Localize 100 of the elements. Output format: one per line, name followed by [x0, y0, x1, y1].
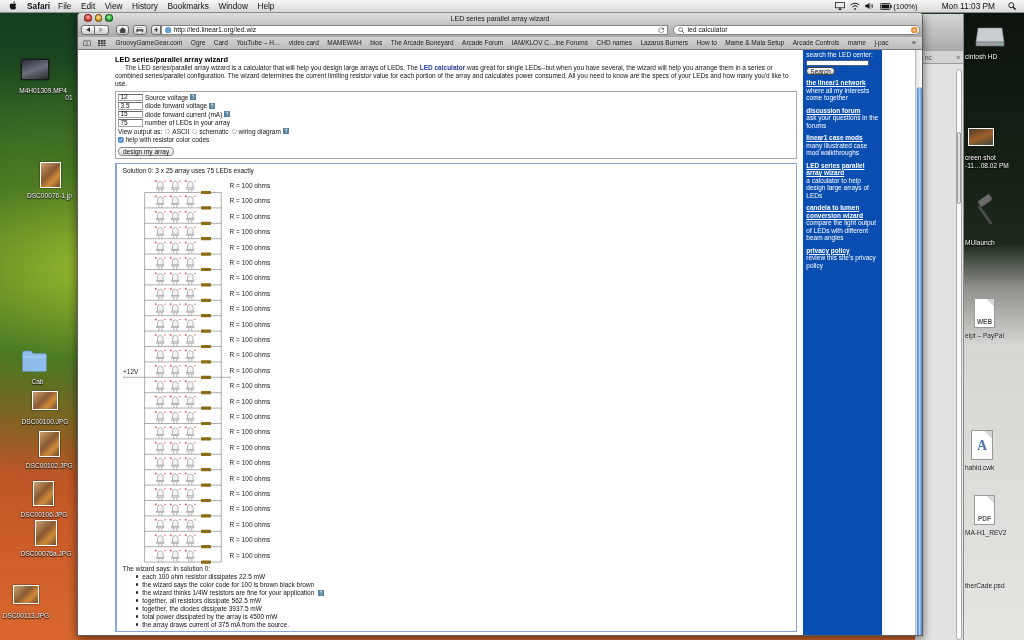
- led-icon: [184, 240, 196, 254]
- radio-button[interactable]: [165, 128, 171, 134]
- scrollbar-thumb[interactable]: [916, 87, 922, 635]
- resistor-icon: [200, 282, 211, 286]
- print-button[interactable]: [133, 25, 147, 35]
- led-icon: [154, 240, 166, 254]
- led-icon: [184, 425, 196, 439]
- led-icon: [184, 333, 196, 347]
- led-icon: [154, 225, 166, 239]
- add-bookmark-button[interactable]: [151, 25, 161, 35]
- zoom-button[interactable]: [105, 14, 113, 22]
- photo-thumbnail[interactable]: [13, 585, 39, 604]
- resistor-icon: [200, 298, 211, 302]
- led-icon: [154, 286, 166, 301]
- resistor-icon: [200, 390, 211, 394]
- help-icon[interactable]: [224, 111, 231, 118]
- led-icon: [169, 487, 181, 501]
- led-icon: [154, 379, 166, 393]
- back-button[interactable]: [81, 25, 95, 35]
- photo-thumbnail[interactable]: [33, 481, 54, 506]
- led-icon: [184, 440, 196, 455]
- help-icon[interactable]: [318, 589, 325, 596]
- led-icon: [184, 209, 196, 224]
- resistor-icon: [200, 436, 211, 440]
- grid-icon[interactable]: [98, 39, 106, 47]
- bullet-icon: [135, 591, 139, 594]
- screenshot-thumbnail[interactable]: [968, 128, 994, 146]
- led-icon: [169, 240, 181, 254]
- led-icon: [169, 271, 181, 285]
- bullet-icon: [135, 575, 139, 578]
- led-icon: [184, 548, 196, 562]
- forward-arrow-icon: [99, 27, 104, 33]
- volume-icon[interactable]: [865, 2, 875, 10]
- led-icon: [169, 502, 181, 516]
- menu-item[interactable]: Edit: [80, 1, 96, 11]
- apple-icon[interactable]: [9, 1, 17, 11]
- bullet-icon: [135, 599, 139, 602]
- led-icon: [184, 379, 196, 393]
- photo-thumbnail[interactable]: [32, 391, 58, 410]
- photo-thumbnail[interactable]: [40, 162, 61, 188]
- scrollbar-thumb[interactable]: [957, 132, 961, 204]
- resistor-icon: [200, 529, 211, 533]
- folder-icon[interactable]: [22, 350, 47, 372]
- video-thumbnail[interactable]: [21, 59, 49, 80]
- menu-clock[interactable]: Mon 11:03 PM: [941, 1, 995, 11]
- checkbox[interactable]: [118, 137, 124, 143]
- close-button[interactable]: [84, 14, 92, 22]
- led-icon: [184, 225, 196, 239]
- menu-item[interactable]: Window: [218, 1, 248, 11]
- help-icon[interactable]: [190, 94, 197, 101]
- resistor-icon: [200, 406, 211, 410]
- clear-icon[interactable]: [911, 26, 918, 34]
- menu-item[interactable]: Bookmarks: [167, 1, 209, 11]
- photo-thumbnail[interactable]: [39, 431, 60, 457]
- led-icon: [169, 548, 181, 562]
- led-icon: [154, 456, 166, 470]
- display-icon[interactable]: [835, 2, 846, 10]
- resistor-icon: [200, 375, 211, 379]
- home-button[interactable]: [116, 25, 129, 35]
- menu-item[interactable]: File: [58, 1, 72, 11]
- resistor-icon: [200, 483, 211, 487]
- led-icon: [169, 533, 181, 547]
- sidebar-search-field[interactable]: [806, 59, 870, 66]
- led-icon: [169, 333, 181, 347]
- scrollbar-track[interactable]: [915, 50, 922, 635]
- home-icon: [118, 26, 127, 34]
- scrollbar-track[interactable]: [956, 69, 962, 640]
- radio-button[interactable]: [192, 128, 198, 134]
- help-icon[interactable]: [282, 128, 289, 135]
- reload-icon[interactable]: [657, 26, 664, 34]
- resistor-icon: [200, 190, 211, 194]
- back-arrow-icon: [85, 27, 91, 33]
- supply-lead: [122, 375, 145, 378]
- led-icon: [154, 256, 166, 270]
- menu-item[interactable]: View: [104, 1, 123, 11]
- book-icon[interactable]: [83, 39, 91, 47]
- menu-item[interactable]: Help: [257, 1, 275, 11]
- radio-button[interactable]: [231, 128, 237, 134]
- led-icon: [169, 456, 181, 470]
- led-icon: [154, 502, 166, 516]
- led-icon: [154, 394, 166, 408]
- search-icon[interactable]: [1008, 2, 1016, 10]
- led-icon: [184, 363, 196, 378]
- resistor-icon: [200, 205, 211, 209]
- led-icon: [184, 394, 196, 408]
- wifi-icon[interactable]: [850, 2, 861, 10]
- led-icon: [169, 363, 181, 378]
- bullet-icon: [135, 623, 139, 626]
- app-menu[interactable]: Safari: [27, 1, 51, 11]
- help-icon[interactable]: [209, 102, 216, 109]
- battery-icon[interactable]: [880, 2, 893, 10]
- resistor-icon: [200, 467, 211, 471]
- led-icon: [184, 317, 196, 331]
- menu-item[interactable]: History: [132, 1, 158, 11]
- led-icon: [154, 302, 166, 316]
- minimize-button[interactable]: [94, 14, 102, 22]
- document-icon[interactable]: A: [971, 430, 993, 460]
- led-icon: [154, 471, 166, 485]
- led-icon: [154, 487, 166, 501]
- photo-thumbnail[interactable]: [35, 520, 57, 546]
